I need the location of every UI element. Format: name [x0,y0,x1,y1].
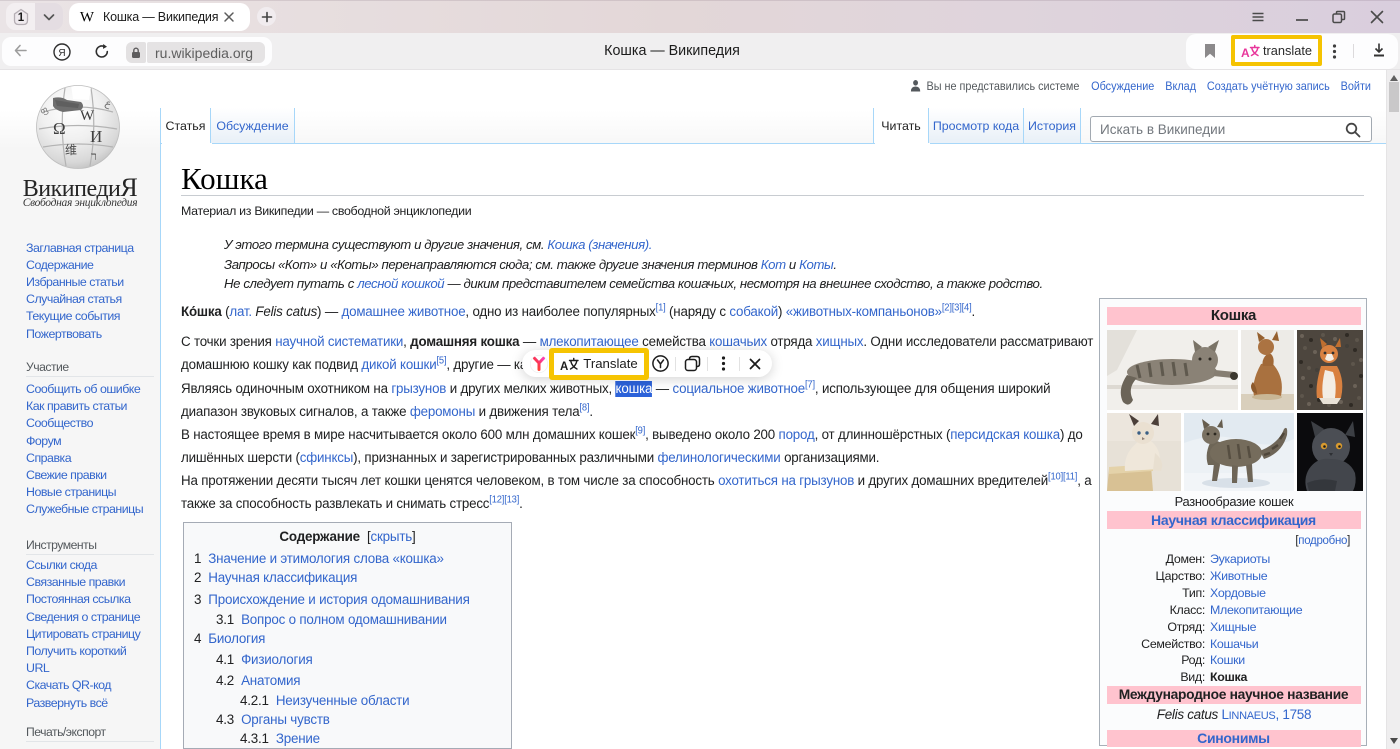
svg-text:维: 维 [65,143,77,157]
svg-text:W: W [80,108,95,124]
svg-text:W: W [80,10,95,26]
svg-text:Ω: Ω [53,119,65,138]
svg-text:A: A [1241,46,1250,59]
svg-text:И: И [90,127,102,146]
svg-text:1: 1 [17,12,24,24]
svg-text:A: A [560,361,568,372]
svg-text:ר: ר [91,149,96,163]
svg-text:Я: Я [58,48,65,59]
